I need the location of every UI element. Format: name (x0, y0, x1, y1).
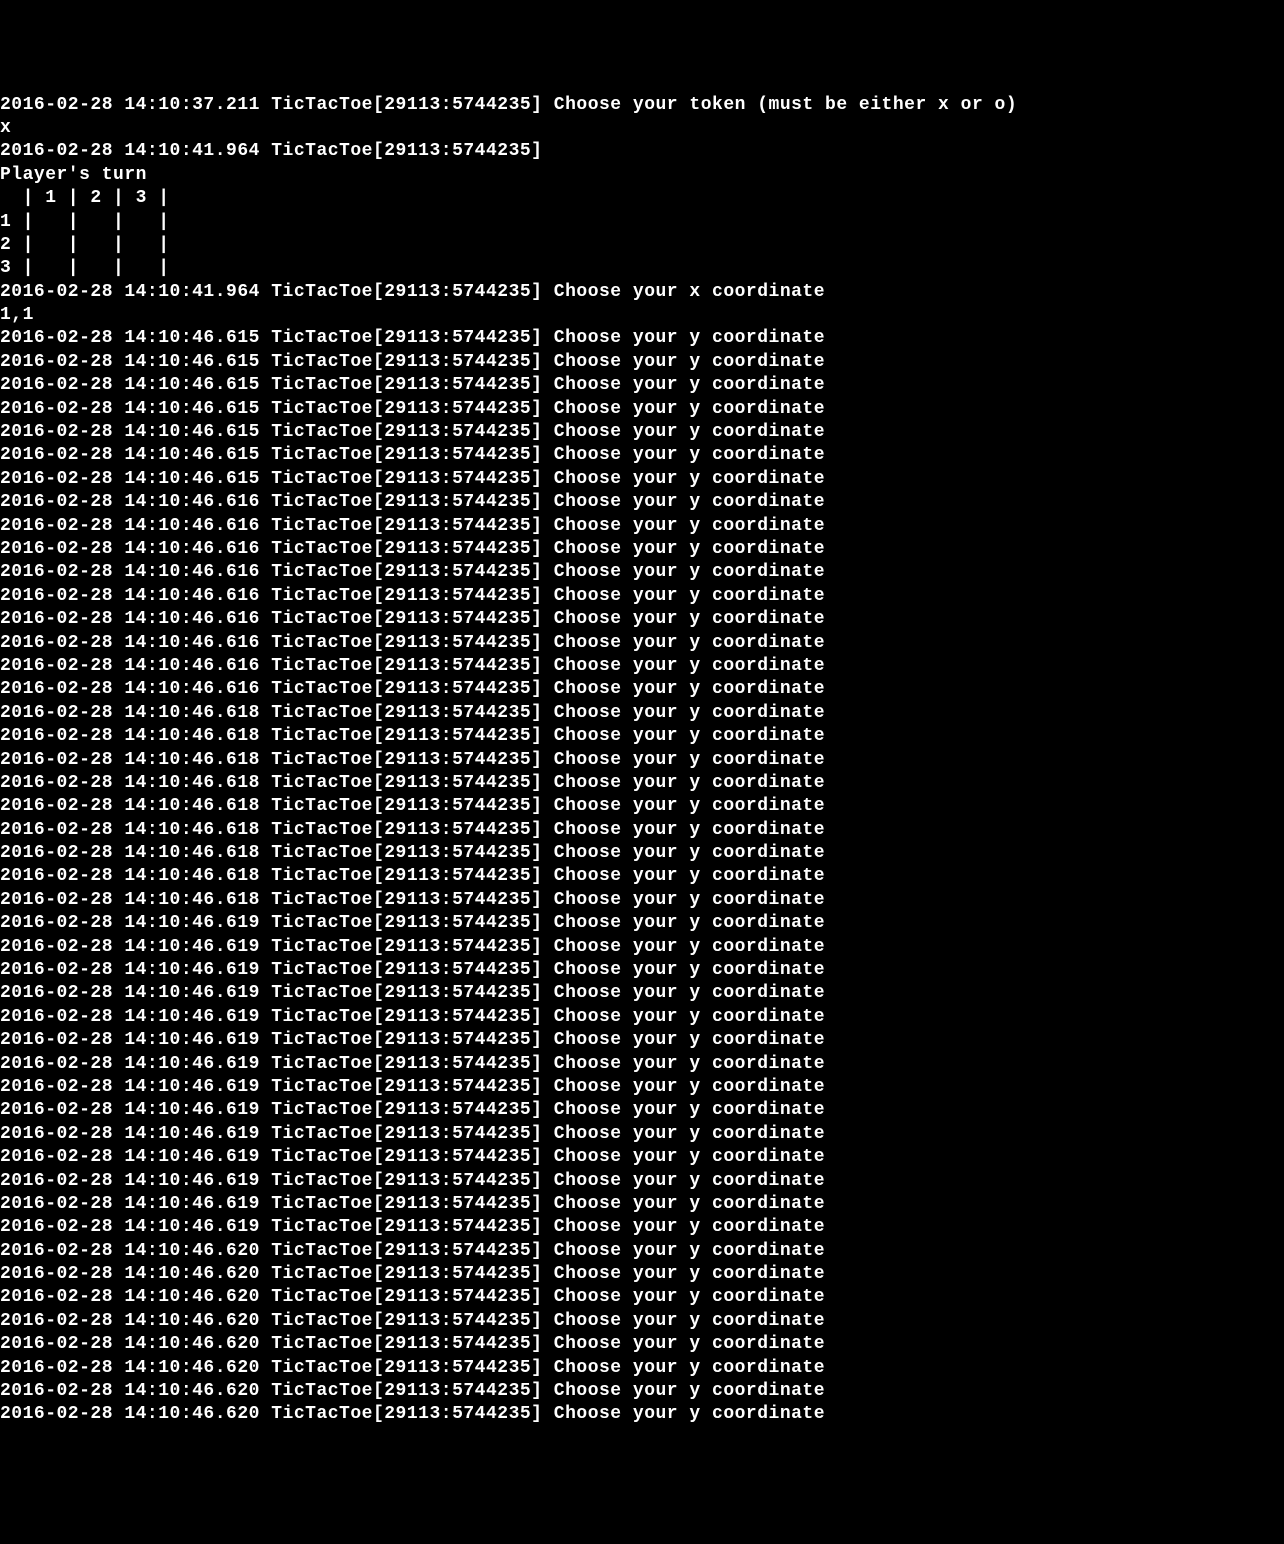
terminal-line: Player's turn (0, 164, 1284, 187)
terminal-line: 2016-02-28 14:10:46.620 TicTacToe[29113:… (0, 1403, 1284, 1426)
terminal-line: 2016-02-28 14:10:46.619 TicTacToe[29113:… (0, 1146, 1284, 1169)
terminal-line: 2016-02-28 14:10:46.615 TicTacToe[29113:… (0, 444, 1284, 467)
terminal-line: x (0, 117, 1284, 140)
terminal-line: 2016-02-28 14:10:46.616 TicTacToe[29113:… (0, 632, 1284, 655)
terminal-line: 2016-02-28 14:10:46.619 TicTacToe[29113:… (0, 1170, 1284, 1193)
terminal-line: 2016-02-28 14:10:46.619 TicTacToe[29113:… (0, 1053, 1284, 1076)
terminal-line: 2016-02-28 14:10:46.620 TicTacToe[29113:… (0, 1380, 1284, 1403)
terminal-line: 2016-02-28 14:10:46.615 TicTacToe[29113:… (0, 398, 1284, 421)
terminal-line: 2016-02-28 14:10:46.620 TicTacToe[29113:… (0, 1240, 1284, 1263)
terminal-line: 2016-02-28 14:10:46.618 TicTacToe[29113:… (0, 889, 1284, 912)
terminal-line: 2016-02-28 14:10:46.618 TicTacToe[29113:… (0, 702, 1284, 725)
terminal-line: 2016-02-28 14:10:46.620 TicTacToe[29113:… (0, 1286, 1284, 1309)
terminal-line: 3 | | | | (0, 257, 1284, 280)
terminal-line: 2016-02-28 14:10:46.620 TicTacToe[29113:… (0, 1263, 1284, 1286)
terminal-line: 2016-02-28 14:10:46.618 TicTacToe[29113:… (0, 819, 1284, 842)
terminal-line: 2016-02-28 14:10:46.615 TicTacToe[29113:… (0, 351, 1284, 374)
terminal-line: 2016-02-28 14:10:46.619 TicTacToe[29113:… (0, 1099, 1284, 1122)
terminal-line: 2016-02-28 14:10:41.964 TicTacToe[29113:… (0, 281, 1284, 304)
terminal-line: 2016-02-28 14:10:46.616 TicTacToe[29113:… (0, 538, 1284, 561)
terminal-line: 2016-02-28 14:10:46.616 TicTacToe[29113:… (0, 561, 1284, 584)
terminal-line: 2016-02-28 14:10:46.616 TicTacToe[29113:… (0, 515, 1284, 538)
terminal-line: 2016-02-28 14:10:46.619 TicTacToe[29113:… (0, 959, 1284, 982)
terminal-line: | 1 | 2 | 3 | (0, 187, 1284, 210)
terminal-line: 2016-02-28 14:10:46.618 TicTacToe[29113:… (0, 749, 1284, 772)
terminal-line: 2016-02-28 14:10:46.616 TicTacToe[29113:… (0, 585, 1284, 608)
terminal-line: 2 | | | | (0, 234, 1284, 257)
terminal-line: 1 | | | | (0, 211, 1284, 234)
terminal-line: 2016-02-28 14:10:46.619 TicTacToe[29113:… (0, 1193, 1284, 1216)
terminal-line: 2016-02-28 14:10:46.615 TicTacToe[29113:… (0, 374, 1284, 397)
terminal-line: 2016-02-28 14:10:46.616 TicTacToe[29113:… (0, 655, 1284, 678)
terminal-line: 2016-02-28 14:10:46.619 TicTacToe[29113:… (0, 982, 1284, 1005)
terminal-line: 2016-02-28 14:10:46.618 TicTacToe[29113:… (0, 725, 1284, 748)
terminal-line: 2016-02-28 14:10:46.619 TicTacToe[29113:… (0, 1006, 1284, 1029)
terminal-line: 2016-02-28 14:10:46.616 TicTacToe[29113:… (0, 491, 1284, 514)
terminal-line: 2016-02-28 14:10:46.618 TicTacToe[29113:… (0, 842, 1284, 865)
terminal-line: 2016-02-28 14:10:46.616 TicTacToe[29113:… (0, 678, 1284, 701)
terminal-line: 2016-02-28 14:10:46.615 TicTacToe[29113:… (0, 327, 1284, 350)
terminal-line: 2016-02-28 14:10:46.620 TicTacToe[29113:… (0, 1333, 1284, 1356)
terminal-line: 2016-02-28 14:10:46.616 TicTacToe[29113:… (0, 608, 1284, 631)
terminal-line: 2016-02-28 14:10:46.619 TicTacToe[29113:… (0, 912, 1284, 935)
terminal-line: 2016-02-28 14:10:46.615 TicTacToe[29113:… (0, 468, 1284, 491)
terminal-line: 2016-02-28 14:10:46.619 TicTacToe[29113:… (0, 1029, 1284, 1052)
terminal-line: 2016-02-28 14:10:46.620 TicTacToe[29113:… (0, 1310, 1284, 1333)
terminal-line: 2016-02-28 14:10:46.618 TicTacToe[29113:… (0, 865, 1284, 888)
terminal-line: 2016-02-28 14:10:46.615 TicTacToe[29113:… (0, 421, 1284, 444)
terminal-line: 1,1 (0, 304, 1284, 327)
terminal-line: 2016-02-28 14:10:46.618 TicTacToe[29113:… (0, 772, 1284, 795)
terminal-output[interactable]: 2016-02-28 14:10:37.211 TicTacToe[29113:… (0, 94, 1284, 1427)
terminal-line: 2016-02-28 14:10:46.620 TicTacToe[29113:… (0, 1357, 1284, 1380)
terminal-line: 2016-02-28 14:10:37.211 TicTacToe[29113:… (0, 94, 1284, 117)
terminal-line: 2016-02-28 14:10:46.618 TicTacToe[29113:… (0, 795, 1284, 818)
terminal-line: 2016-02-28 14:10:46.619 TicTacToe[29113:… (0, 936, 1284, 959)
terminal-line: 2016-02-28 14:10:46.619 TicTacToe[29113:… (0, 1216, 1284, 1239)
terminal-line: 2016-02-28 14:10:41.964 TicTacToe[29113:… (0, 140, 1284, 163)
terminal-line: 2016-02-28 14:10:46.619 TicTacToe[29113:… (0, 1123, 1284, 1146)
terminal-line: 2016-02-28 14:10:46.619 TicTacToe[29113:… (0, 1076, 1284, 1099)
